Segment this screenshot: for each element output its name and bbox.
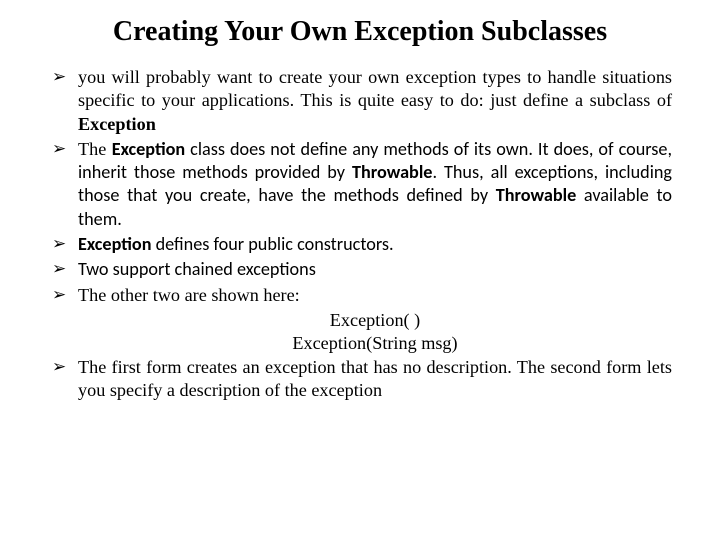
code-line: Exception(String msg) — [48, 332, 672, 355]
bullet-item: The Exception class does not define any … — [48, 138, 672, 231]
text: defines four public constructors. — [156, 233, 394, 255]
bullet-item: The other two are shown here: — [48, 284, 672, 307]
text: The first form creates an exception that… — [78, 357, 672, 400]
bullet-item: The first form creates an exception that… — [48, 356, 672, 403]
bullet-item: Exception defines four public constructo… — [48, 233, 672, 256]
text: Two support chained exceptions — [78, 258, 316, 280]
text-bold: Exception — [112, 138, 190, 160]
text: The — [78, 139, 112, 159]
text-bold: Throwable — [496, 184, 584, 206]
text-bold: Throwable — [352, 161, 432, 183]
code-line: Exception( ) — [48, 309, 672, 332]
text-bold: Exception — [78, 233, 156, 255]
slide-title: Creating Your Own Exception Subclasses — [48, 16, 672, 48]
bullet-item: you will probably want to create your ow… — [48, 66, 672, 136]
bullet-item: Two support chained exceptions — [48, 258, 672, 281]
text: The other two are shown here: — [78, 285, 300, 305]
bullet-list: you will probably want to create your ow… — [48, 66, 672, 307]
bullet-list-2: The first form creates an exception that… — [48, 356, 672, 403]
slide: Creating Your Own Exception Subclasses y… — [0, 0, 720, 540]
text: you will probably want to create your ow… — [78, 67, 672, 110]
text-bold: Exception — [78, 114, 156, 134]
